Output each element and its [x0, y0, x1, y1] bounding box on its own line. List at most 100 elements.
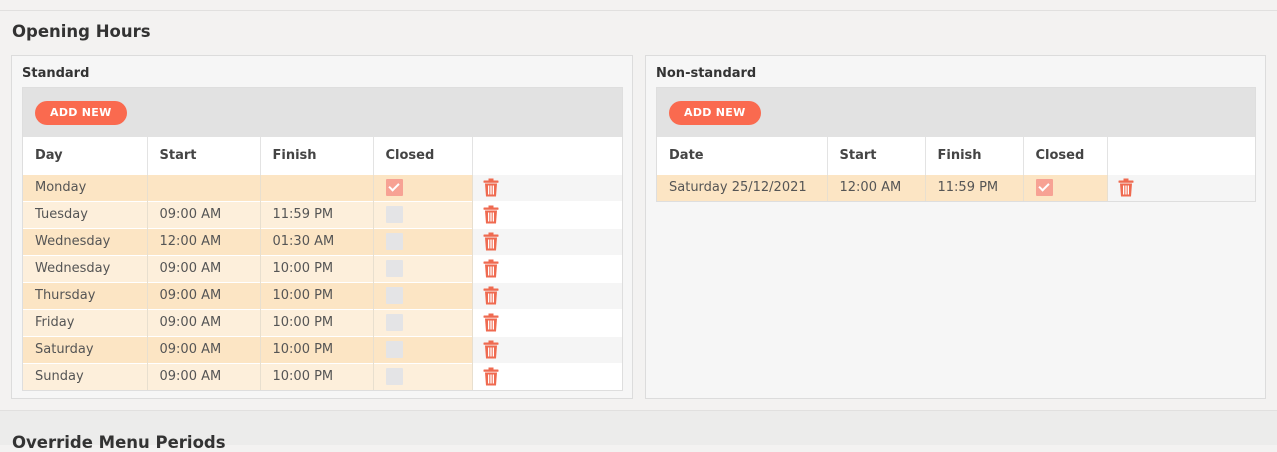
column-header-day[interactable]: Day	[23, 137, 148, 174]
table-row[interactable]: Saturday 09:00 AM 10:00 PM	[23, 335, 622, 363]
delete-cell	[472, 308, 622, 336]
table-row[interactable]: Tuesday 09:00 AM 11:59 PM	[23, 200, 622, 228]
closed-cell	[373, 362, 473, 390]
closed-cell	[1023, 173, 1108, 201]
column-header-date[interactable]: Date	[657, 137, 828, 174]
table-row[interactable]: Sunday 09:00 AM 10:00 PM	[23, 362, 622, 390]
trash-icon[interactable]	[483, 259, 499, 278]
column-header-start[interactable]: Start	[827, 137, 926, 174]
finish-cell: 01:30 AM	[260, 227, 374, 255]
date-cell: Saturday 25/12/2021	[657, 173, 828, 201]
delete-cell	[472, 335, 622, 363]
day-cell: Monday	[23, 173, 148, 201]
closed-cell	[373, 254, 473, 282]
day-cell: Wednesday	[23, 254, 148, 282]
day-cell: Thursday	[23, 281, 148, 309]
column-header-finish[interactable]: Finish	[925, 137, 1024, 174]
finish-cell: 10:00 PM	[260, 308, 374, 336]
column-header-actions	[1107, 137, 1255, 174]
start-cell: 09:00 AM	[147, 308, 261, 336]
trash-icon[interactable]	[483, 205, 499, 224]
column-header-closed[interactable]: Closed	[1023, 137, 1108, 174]
day-cell: Friday	[23, 308, 148, 336]
column-header-closed[interactable]: Closed	[373, 137, 473, 174]
closed-cell	[373, 173, 473, 201]
start-cell: 09:00 AM	[147, 335, 261, 363]
closed-checkbox[interactable]	[385, 233, 403, 250]
trash-icon[interactable]	[483, 232, 499, 251]
closed-checkbox[interactable]	[385, 260, 403, 277]
nonstandard-toolbar: ADD NEW	[657, 88, 1255, 137]
closed-checkbox[interactable]	[1035, 179, 1053, 197]
column-header-start[interactable]: Start	[147, 137, 261, 174]
day-cell: Saturday	[23, 335, 148, 363]
standard-panel: Standard ADD NEW Day Start Finish Closed…	[11, 55, 633, 399]
start-cell	[147, 173, 261, 201]
trash-icon[interactable]	[483, 367, 499, 386]
finish-cell: 10:00 PM	[260, 254, 374, 282]
closed-checkbox[interactable]	[385, 341, 403, 358]
closed-checkbox[interactable]	[385, 206, 403, 223]
standard-hours-table: Day Start Finish Closed Monday Tuesday 09:…	[23, 137, 622, 390]
closed-cell	[373, 227, 473, 255]
day-cell: Tuesday	[23, 200, 148, 228]
nonstandard-header-row: Date Start Finish Closed	[657, 137, 1255, 174]
trash-icon[interactable]	[483, 340, 499, 359]
day-cell: Sunday	[23, 362, 148, 390]
delete-cell	[472, 254, 622, 282]
finish-cell: 10:00 PM	[260, 281, 374, 309]
table-row[interactable]: Monday	[23, 173, 622, 201]
closed-cell	[373, 308, 473, 336]
finish-cell: 10:00 PM	[260, 335, 374, 363]
standard-add-new-button[interactable]: ADD NEW	[35, 101, 127, 125]
table-row[interactable]: Saturday 25/12/2021 12:00 AM 11:59 PM	[657, 173, 1255, 201]
trash-icon[interactable]	[483, 286, 499, 305]
delete-cell	[472, 362, 622, 390]
table-row[interactable]: Friday 09:00 AM 10:00 PM	[23, 308, 622, 336]
closed-checkbox[interactable]	[385, 368, 403, 386]
delete-cell	[472, 281, 622, 309]
closed-cell	[373, 335, 473, 363]
finish-cell: 10:00 PM	[260, 362, 374, 390]
closed-checkbox[interactable]	[385, 179, 403, 196]
trash-icon[interactable]	[1118, 178, 1134, 197]
table-row[interactable]: Wednesday 09:00 AM 10:00 PM	[23, 254, 622, 282]
finish-cell	[260, 173, 374, 201]
delete-cell	[472, 200, 622, 228]
column-header-actions	[472, 137, 622, 174]
finish-cell: 11:59 PM	[260, 200, 374, 228]
day-cell: Wednesday	[23, 227, 148, 255]
start-cell: 09:00 AM	[147, 362, 261, 390]
finish-cell: 11:59 PM	[925, 173, 1024, 201]
delete-cell	[472, 227, 622, 255]
start-cell: 09:00 AM	[147, 254, 261, 282]
standard-table-box: ADD NEW Day Start Finish Closed Monday Tu…	[22, 87, 623, 391]
trash-icon[interactable]	[483, 178, 499, 197]
closed-cell	[373, 200, 473, 228]
nonstandard-title: Non-standard	[656, 66, 757, 81]
section-title: Opening Hours	[12, 22, 151, 41]
delete-cell	[472, 173, 622, 201]
start-cell: 12:00 AM	[147, 227, 261, 255]
closed-checkbox[interactable]	[385, 287, 403, 304]
trash-icon[interactable]	[483, 313, 499, 332]
table-row[interactable]: Thursday 09:00 AM 10:00 PM	[23, 281, 622, 309]
standard-toolbar: ADD NEW	[23, 88, 622, 137]
start-cell: 12:00 AM	[827, 173, 926, 201]
delete-cell	[1107, 173, 1255, 201]
standard-table-body: Monday Tuesday 09:00 AM 11:59 PM Wednesday 12…	[23, 173, 622, 390]
standard-title: Standard	[22, 66, 90, 81]
nonstandard-add-new-button[interactable]: ADD NEW	[669, 101, 761, 125]
next-section-title: Override Menu Periods	[12, 433, 226, 452]
nonstandard-table-box: ADD NEW Date Start Finish Closed Saturda…	[656, 87, 1256, 202]
start-cell: 09:00 AM	[147, 281, 261, 309]
nonstandard-table-body: Saturday 25/12/2021 12:00 AM 11:59 PM	[657, 173, 1255, 201]
nonstandard-hours-table: Date Start Finish Closed Saturday 25/12/…	[657, 137, 1255, 201]
column-header-finish[interactable]: Finish	[260, 137, 374, 174]
top-divider	[0, 10, 1277, 11]
table-row[interactable]: Wednesday 12:00 AM 01:30 AM	[23, 227, 622, 255]
closed-cell	[373, 281, 473, 309]
nonstandard-panel: Non-standard ADD NEW Date Start Finish C…	[645, 55, 1266, 399]
standard-header-row: Day Start Finish Closed	[23, 137, 622, 174]
closed-checkbox[interactable]	[385, 314, 403, 331]
